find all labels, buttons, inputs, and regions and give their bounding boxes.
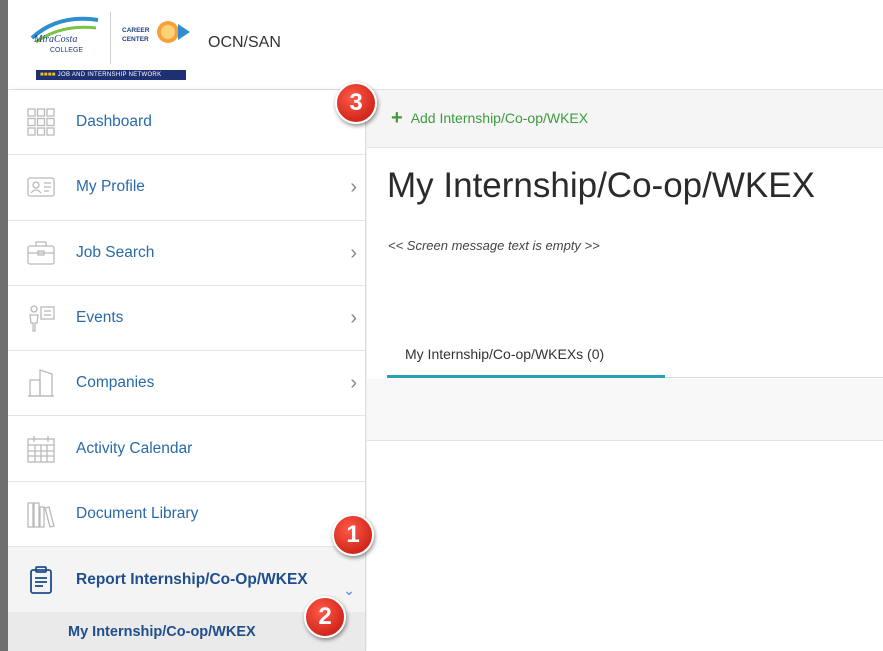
career-center-logo[interactable]: CAREER CENTER xyxy=(120,16,194,52)
add-internship-label: Add Internship/Co-op/WKEX xyxy=(410,110,589,126)
books-icon xyxy=(26,499,56,529)
profile-card-icon xyxy=(26,172,56,202)
sidebar-item-label: Events xyxy=(76,309,124,327)
app-frame: MiraCosta COLLEGE CAREER CENTER OCN/SAN … xyxy=(8,0,883,651)
add-internship-button[interactable]: + Add Internship/Co-op/WKEX xyxy=(391,108,588,128)
dashboard-icon xyxy=(26,107,56,137)
network-banner-text: JOB AND INTERNSHIP NETWORK xyxy=(57,72,162,78)
tab-bar: My Internship/Co-op/WKEXs (0) xyxy=(387,338,883,378)
header: MiraCosta COLLEGE CAREER CENTER OCN/SAN … xyxy=(8,0,883,90)
sidebar-item-job-search[interactable]: Job Search › xyxy=(8,221,365,286)
chevron-right-icon: › xyxy=(350,176,357,199)
chevron-right-icon: › xyxy=(350,307,357,330)
sidebar-subitem-label: My Internship/Co-op/WKEX xyxy=(68,624,256,641)
page-title: My Internship/Co-op/WKEX xyxy=(387,166,815,205)
screen-message: << Screen message text is empty >> xyxy=(388,238,600,253)
logo-divider xyxy=(110,12,111,64)
clipboard-icon xyxy=(26,565,56,595)
briefcase-icon xyxy=(26,238,56,268)
events-icon xyxy=(26,303,56,333)
tab-panel xyxy=(367,379,883,441)
sidebar-item-label: Activity Calendar xyxy=(76,439,193,457)
sidebar-item-companies[interactable]: Companies › xyxy=(8,351,365,417)
sidebar-item-label: Job Search xyxy=(76,243,155,261)
sidebar-item-label: Report Internship/Co-Op/WKEX xyxy=(76,570,308,588)
miracosta-logo[interactable]: MiraCosta COLLEGE xyxy=(28,12,102,56)
callout-badge-2: 2 xyxy=(304,596,346,638)
org-code: OCN/SAN xyxy=(208,34,281,51)
sidebar-item-label: Document Library xyxy=(76,504,199,522)
chevron-down-icon: ⌄ xyxy=(343,582,355,599)
buildings-icon xyxy=(26,368,56,398)
svg-text:CAREER: CAREER xyxy=(122,27,150,34)
sidebar-item-my-profile[interactable]: My Profile › xyxy=(8,155,365,221)
sidebar-item-label: My Profile xyxy=(76,178,145,196)
chevron-right-icon: › xyxy=(350,372,357,395)
sidebar-item-label: Dashboard xyxy=(76,113,152,131)
svg-text:COLLEGE: COLLEGE xyxy=(50,47,83,54)
main-content: + Add Internship/Co-op/WKEX My Internshi… xyxy=(367,90,883,651)
tab-my-internships[interactable]: My Internship/Co-op/WKEXs (0) xyxy=(387,338,665,378)
sidebar: Dashboard My Profile › Job Search › Even… xyxy=(8,90,366,651)
sidebar-item-document-library[interactable]: Document Library xyxy=(8,482,365,548)
calendar-icon xyxy=(26,434,56,464)
svg-text:CENTER: CENTER xyxy=(122,36,149,43)
chevron-right-icon: › xyxy=(350,241,357,264)
toolbar: + Add Internship/Co-op/WKEX xyxy=(367,90,883,148)
network-banner: ■■■■ JOB AND INTERNSHIP NETWORK xyxy=(36,70,186,80)
plus-icon: + xyxy=(391,107,403,129)
tab-label: My Internship/Co-op/WKEXs (0) xyxy=(405,346,605,362)
svg-text:MiraCosta: MiraCosta xyxy=(33,34,77,45)
sidebar-item-activity-calendar[interactable]: Activity Calendar xyxy=(8,416,365,482)
callout-badge-1: 1 xyxy=(332,514,374,556)
sidebar-item-dashboard[interactable]: Dashboard xyxy=(8,90,365,156)
sidebar-item-label: Companies xyxy=(76,374,155,392)
sidebar-item-events[interactable]: Events › xyxy=(8,286,365,352)
callout-badge-3: 3 xyxy=(335,82,377,124)
